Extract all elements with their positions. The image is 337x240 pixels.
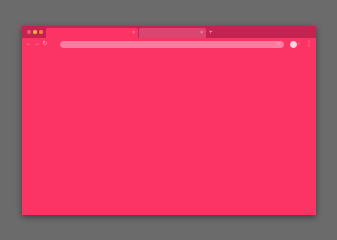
bookmark-star-icon[interactable]: ☆ — [277, 41, 281, 48]
page-viewport — [22, 51, 316, 215]
browser-window: × × + ← → ↻ ☆ › ⋮ — [22, 26, 316, 215]
maximize-window-button[interactable] — [39, 30, 43, 34]
browser-toolbar: ← → ↻ ☆ › ⋮ — [22, 38, 316, 51]
menu-icon[interactable]: ⋮ — [306, 40, 312, 49]
address-bar[interactable]: ☆ — [60, 41, 284, 48]
profile-avatar[interactable] — [290, 41, 297, 48]
new-tab-button[interactable]: + — [209, 28, 213, 38]
minimize-window-button[interactable] — [33, 30, 37, 34]
forward-button[interactable]: → — [33, 40, 41, 49]
tab-inactive[interactable]: × — [139, 28, 206, 38]
extensions-icon[interactable]: › — [298, 41, 302, 48]
tab-close-icon[interactable]: × — [132, 28, 135, 38]
back-button[interactable]: ← — [25, 40, 33, 49]
tab-active[interactable]: × — [46, 28, 138, 38]
tab-strip: × × + — [22, 26, 316, 38]
reload-button[interactable]: ↻ — [41, 40, 49, 49]
close-window-button[interactable] — [27, 30, 31, 34]
tab-close-icon[interactable]: × — [200, 28, 203, 38]
